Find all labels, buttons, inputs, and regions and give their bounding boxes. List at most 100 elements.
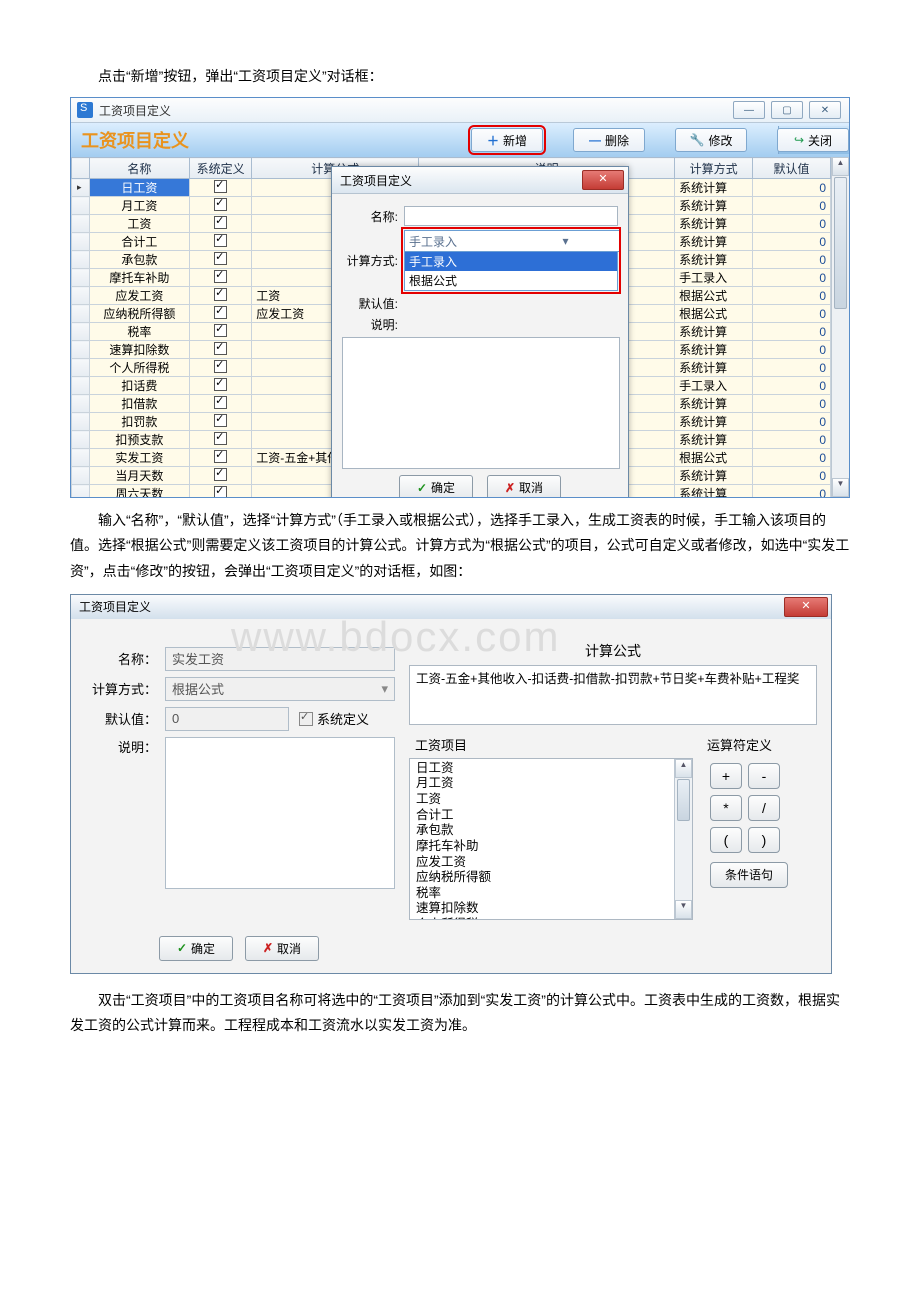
scroll-down-icon[interactable]: ▼: [675, 900, 692, 919]
checkbox-icon: [214, 252, 227, 265]
lbl-default: 默认值:: [342, 295, 398, 312]
close-door-icon: ↪: [794, 133, 804, 147]
project-listbox[interactable]: 日工资月工资工资合计工承包款摩托车补助应发工资应纳税所得额税率速算扣除数个人所得…: [409, 758, 693, 920]
lbl2-desc: 说明：: [85, 737, 157, 756]
method-combo[interactable]: 手工录入 ▾ 手工录入 根据公式: [404, 230, 618, 291]
list-item[interactable]: 速算扣除数: [416, 901, 669, 917]
col-method[interactable]: 计算方式: [675, 158, 753, 179]
checkbox-icon: [214, 306, 227, 319]
ok-button[interactable]: ✓确定: [399, 475, 473, 497]
lbl-name: 名称:: [342, 208, 398, 225]
default-field-ro: 0: [165, 707, 289, 731]
method-combo-list: 手工录入 根据公式: [404, 252, 618, 291]
dialog-close-icon[interactable]: ✕: [582, 170, 624, 190]
lbl-method: 计算方式:: [342, 252, 398, 269]
window-salary-def: 工资项目定义 — ▢ ✕ 工资项目定义 ＋新增 —删除 🔧修改 ↪关闭: [70, 97, 850, 498]
dialog2-close-icon[interactable]: ✕: [784, 597, 828, 617]
dialog-salary-def-full: www.bdocx.com 工资项目定义 ✕ 名称： 实发工资 计算方式： 根据…: [70, 594, 832, 974]
checkbox-icon: [214, 198, 227, 211]
ok-button2[interactable]: ✓确定: [159, 936, 233, 961]
cancel-button2[interactable]: ✗取消: [245, 936, 319, 961]
operator-button[interactable]: ): [748, 827, 780, 853]
name-field[interactable]: [404, 206, 618, 226]
checkbox-icon: [214, 288, 227, 301]
list-item[interactable]: 摩托车补助: [416, 839, 669, 855]
scroll-thumb[interactable]: [834, 177, 847, 309]
maximize-icon[interactable]: ▢: [771, 101, 803, 119]
edit-button[interactable]: 🔧修改: [675, 128, 747, 152]
scroll-up-icon[interactable]: ▲: [675, 759, 692, 778]
scroll-up-icon[interactable]: ▲: [832, 157, 849, 176]
x-icon: ✗: [263, 941, 273, 955]
lbl-sysdef: 系统定义: [317, 709, 369, 728]
checkbox-icon: [214, 468, 227, 481]
list-item[interactable]: 月工资: [416, 776, 669, 792]
operator-button[interactable]: /: [748, 795, 780, 821]
checkbox-icon: [214, 378, 227, 391]
x-icon: ✗: [505, 481, 515, 495]
checkbox-icon: [214, 180, 227, 193]
sysdef-checkbox: [299, 712, 313, 726]
list-item[interactable]: 承包款: [416, 823, 669, 839]
combo-opt-formula[interactable]: 根据公式: [405, 271, 617, 290]
mid-text: 输入“名称”，“默认值”，选择“计算方式”（手工录入或根据公式），选择手工录入，…: [70, 508, 850, 584]
col-default[interactable]: 默认值: [753, 158, 831, 179]
dialog2-title: 工资项目定义: [79, 598, 781, 615]
condition-button[interactable]: 条件语句: [710, 862, 788, 888]
checkbox-icon: [214, 342, 227, 355]
col-name[interactable]: 名称: [89, 158, 189, 179]
checkbox-icon: [214, 360, 227, 373]
edit-icon: 🔧: [690, 133, 705, 147]
check-icon: ✓: [177, 941, 187, 955]
operator-button[interactable]: (: [710, 827, 742, 853]
combo-opt-manual[interactable]: 手工录入: [405, 252, 617, 271]
lbl2-default: 默认值：: [85, 709, 157, 728]
chevron-down-icon: ▾: [512, 234, 619, 248]
operator-button[interactable]: -: [748, 763, 780, 789]
list-item[interactable]: 工资: [416, 792, 669, 808]
plus-icon: ＋: [487, 132, 499, 149]
vertical-scrollbar[interactable]: ▲ ▼: [831, 157, 849, 497]
dialog-salary-def-mini: 工资项目定义 ✕ 名称: 计算方式: 手工录入▾ 手工录入 根据公式: [331, 166, 629, 497]
list-item[interactable]: 应发工资: [416, 855, 669, 871]
add-button[interactable]: ＋新增: [471, 128, 543, 152]
checkbox-icon: [214, 432, 227, 445]
proj-scrollbar[interactable]: ▲ ▼: [674, 759, 692, 919]
method-field-ro: 根据公式 ▾: [165, 677, 395, 701]
list-item[interactable]: 应纳税所得额: [416, 870, 669, 886]
close-button[interactable]: ↪关闭: [777, 128, 849, 152]
dialog2-titlebar: 工资项目定义 ✕: [71, 595, 831, 619]
lbl2-method: 计算方式：: [85, 679, 157, 698]
list-item[interactable]: 日工资: [416, 761, 669, 777]
checkbox-icon: [214, 270, 227, 283]
operator-button[interactable]: *: [710, 795, 742, 821]
checkbox-icon: [214, 450, 227, 463]
check-icon: ✓: [417, 481, 427, 495]
page-title: 工资项目定义: [81, 127, 189, 153]
checkbox-icon: [214, 324, 227, 337]
list-item[interactable]: 合计工: [416, 808, 669, 824]
grid-area: 名称 系统定义 计算公式 说明 计算方式 默认值 日工资系统计算0月工资系统计算…: [71, 157, 849, 497]
chevron-down-icon: ▾: [381, 681, 388, 697]
checkbox-icon: [214, 396, 227, 409]
minimize-icon[interactable]: —: [733, 101, 765, 119]
subhead-proj: 工资项目: [415, 735, 693, 754]
operator-button[interactable]: +: [710, 763, 742, 789]
cancel-button[interactable]: ✗取消: [487, 475, 561, 497]
end-text: 双击“工资项目”中的工资项目名称可将选中的“工资项目”添加到“实发工资”的计算公…: [70, 988, 850, 1038]
delete-button[interactable]: —删除: [573, 128, 645, 152]
list-item[interactable]: 税率: [416, 886, 669, 902]
lbl2-name: 名称：: [85, 649, 157, 668]
toolbar: 工资项目定义 ＋新增 —删除 🔧修改 ↪关闭: [71, 123, 849, 157]
close-icon[interactable]: ✕: [809, 101, 841, 119]
formula-textarea[interactable]: 工资-五金+其他收入-扣话费-扣借款-扣罚款+节日奖+车费补贴+工程奖: [409, 665, 817, 725]
scroll-thumb[interactable]: [677, 779, 690, 821]
list-item[interactable]: 个人所得税: [416, 917, 669, 919]
desc-textarea[interactable]: [342, 337, 620, 469]
scroll-down-icon[interactable]: ▼: [832, 478, 849, 497]
col-sys[interactable]: 系统定义: [189, 158, 251, 179]
checkbox-icon: [214, 414, 227, 427]
desc-textarea2[interactable]: [165, 737, 395, 889]
subhead-formula: 计算公式: [409, 641, 817, 661]
window-title: 工资项目定义: [99, 102, 733, 119]
